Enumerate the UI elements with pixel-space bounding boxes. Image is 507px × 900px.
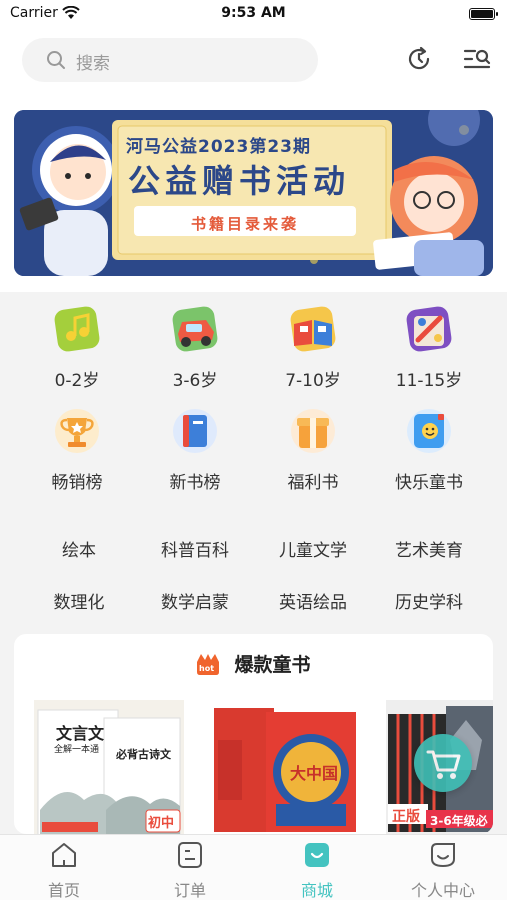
tag-art[interactable]: 艺术美育 — [374, 536, 484, 561]
banner-line2: 公益赠书活动 — [128, 162, 351, 200]
trophy-icon — [55, 409, 99, 453]
book3-text1: 正版 — [392, 809, 420, 825]
history-icon[interactable] — [404, 44, 434, 74]
profile-icon — [431, 843, 455, 868]
tag-picture-book[interactable]: 绘本 — [24, 536, 134, 561]
tab-bar: 首页 订单 商城 个人中心 — [0, 834, 507, 900]
book1-text2: 全解一本通 — [54, 745, 100, 755]
order-icon — [178, 842, 202, 868]
list-new-books[interactable]: 新书榜 — [140, 404, 250, 493]
age-group-0-2[interactable]: 0-2岁 — [22, 302, 132, 391]
search-input[interactable]: 搜索 — [22, 38, 318, 82]
tab-orders[interactable]: 订单 — [140, 841, 240, 900]
tag-math-physics-chem[interactable]: 数理化 — [24, 588, 134, 613]
header: 搜索 — [0, 28, 507, 92]
search-placeholder: 搜索 — [76, 54, 110, 74]
tab-mall[interactable]: 商城 — [267, 841, 367, 900]
age-group-label: 3-6岁 — [172, 371, 218, 391]
list-label: 畅销榜 — [51, 473, 103, 493]
status-bar: Carrier 9:53 AM — [0, 0, 507, 28]
banner-line1: 河马公益2023第23期 — [126, 137, 311, 157]
open-book-icon — [290, 306, 336, 352]
book2-text1: 大中国 — [290, 764, 339, 783]
smile-book-icon — [407, 409, 451, 453]
category-search-icon[interactable] — [462, 44, 492, 74]
age-group-label: 11-15岁 — [395, 371, 463, 391]
age-group-7-10[interactable]: 7-10岁 — [258, 302, 368, 391]
tab-label: 订单 — [173, 881, 206, 900]
list-label: 福利书 — [287, 473, 339, 493]
age-group-3-6[interactable]: 3-6岁 — [140, 302, 250, 391]
banner-area: 河马公益2023第23期 公益赠书活动 书籍目录来袭 — [0, 92, 507, 292]
tab-label: 个人中心 — [410, 881, 475, 900]
promo-banner[interactable]: 河马公益2023第23期 公益赠书活动 书籍目录来袭 — [14, 110, 493, 276]
clock: 9:53 AM — [221, 5, 286, 21]
mall-icon — [305, 843, 329, 867]
list-welfare[interactable]: 福利书 — [258, 404, 368, 493]
notebook-icon — [173, 409, 217, 453]
tag-english-picture[interactable]: 英语绘品 — [258, 588, 368, 613]
list-label: 快乐童书 — [395, 473, 463, 493]
gift-icon — [291, 409, 335, 453]
book-cover-1[interactable]: 文言文 全解一本通 必背古诗文 初中 — [34, 700, 184, 834]
tab-label: 商城 — [300, 881, 333, 900]
cart-button[interactable] — [414, 734, 472, 792]
tab-profile[interactable]: 个人中心 — [393, 841, 493, 900]
home-icon — [52, 843, 76, 867]
book-cover-2[interactable]: 大中国 — [210, 700, 360, 834]
tag-history[interactable]: 历史学科 — [374, 588, 484, 613]
hot-section-title: 爆款童书 — [234, 654, 311, 676]
age-group-label: 7-10岁 — [285, 371, 341, 391]
book1-text3: 必背古诗文 — [116, 748, 171, 761]
tag-math-enlightenment[interactable]: 数学启蒙 — [140, 588, 250, 613]
age-group-label: 0-2岁 — [54, 371, 100, 391]
art-palette-icon — [406, 306, 452, 352]
book1-text1: 文言文 — [56, 724, 105, 743]
banner-line3: 书籍目录来袭 — [190, 215, 299, 233]
tab-label: 首页 — [47, 881, 80, 900]
tag-science[interactable]: 科普百科 — [140, 536, 250, 561]
book1-text4: 初中 — [148, 816, 175, 831]
tab-home[interactable]: 首页 — [14, 841, 114, 900]
search-icon — [47, 51, 65, 69]
age-group-11-15[interactable]: 11-15岁 — [374, 302, 484, 391]
list-label: 新书榜 — [169, 473, 221, 493]
list-happy-books[interactable]: 快乐童书 — [374, 404, 484, 493]
cart-icon — [426, 750, 461, 779]
music-note-icon — [54, 306, 100, 352]
tag-children-literature[interactable]: 儿童文学 — [258, 536, 368, 561]
toy-car-icon — [172, 306, 218, 352]
battery-icon — [469, 8, 498, 20]
list-bestseller[interactable]: 畅销榜 — [22, 404, 132, 493]
book3-text2: 3-6年级必 — [430, 814, 488, 828]
